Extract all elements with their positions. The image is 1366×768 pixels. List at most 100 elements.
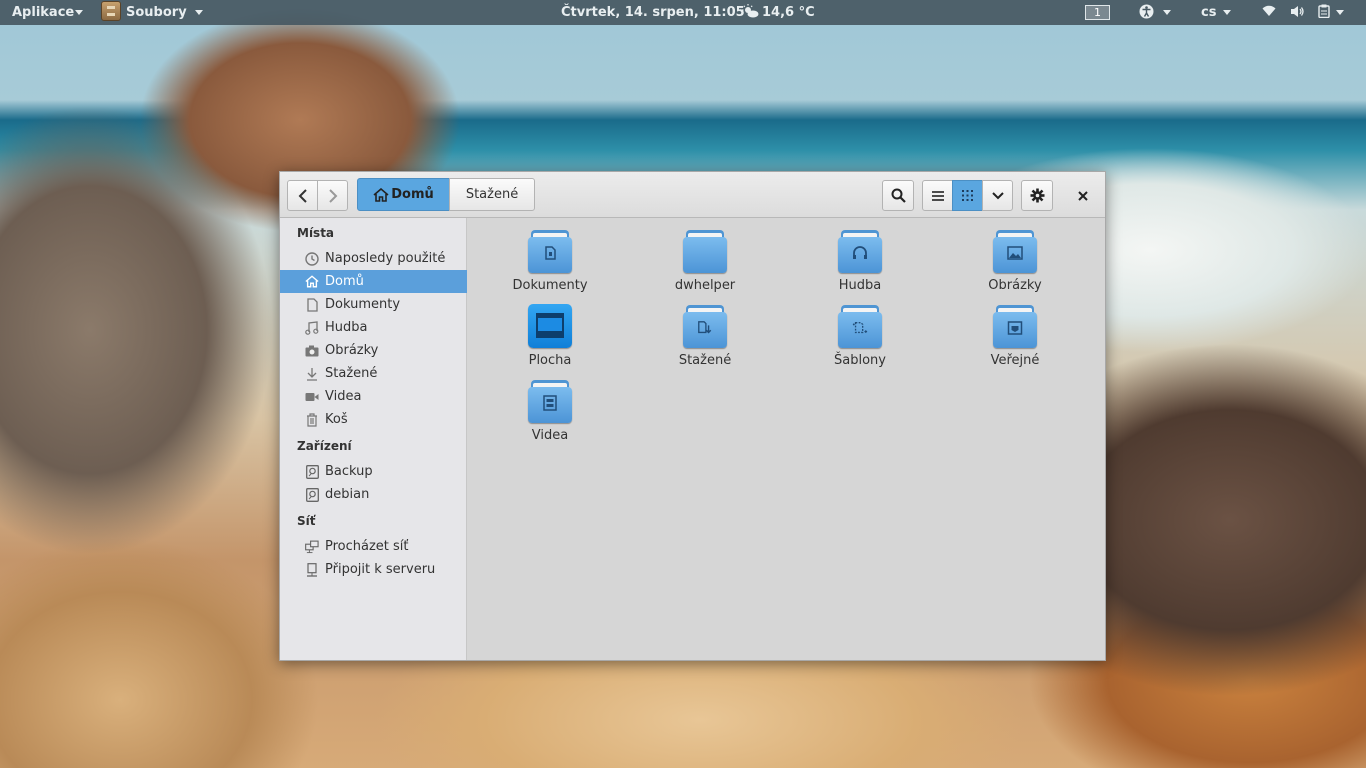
downloads-folder-icon [683,304,727,348]
sidebar-item-label: Hudba [325,320,368,335]
file-name: Videa [531,428,569,443]
music-note-icon [305,320,319,335]
sidebar-item-documents[interactable]: Dokumenty [280,293,467,316]
file-item-pictures[interactable]: Obrázky [955,229,1075,293]
file-grid: Dokumenty dwhelper Hudba Obrázky Plocha [468,218,1105,660]
files-app-menu[interactable]: Soubory [101,0,203,25]
network-icon [305,540,319,554]
close-button[interactable] [1069,182,1096,209]
chevron-right-icon [328,188,337,203]
file-name: dwhelper [674,278,736,293]
file-name: Plocha [528,353,572,368]
file-name: Dokumenty [512,278,588,293]
volume-icon [1290,5,1304,17]
sidebar-item-trash[interactable]: Koš [280,408,467,431]
sidebar-item-debian[interactable]: debian [280,483,467,506]
sidebar-item-videos[interactable]: Videa [280,385,467,408]
path-button-downloads[interactable]: Stažené [449,178,535,211]
desktop-folder-icon [528,304,572,348]
chevron-down-icon [991,191,1004,199]
file-manager-window: Domů Stažené Místa Naposledy použité Dom… [279,171,1106,661]
file-item-downloads[interactable]: Stažené [645,304,765,368]
sidebar-item-music[interactable]: Hudba [280,316,467,339]
top-panel: Aplikace Soubory Čtvrtek, 14. srpen, 11:… [0,0,1366,25]
search-button[interactable] [882,180,914,211]
home-icon [305,275,319,289]
trash-icon [305,412,319,427]
video-camera-icon [305,390,319,404]
file-item-videos[interactable]: Videa [490,379,610,443]
view-options-button[interactable] [982,180,1013,211]
wifi-icon [1262,5,1276,16]
chevron-down-icon [1336,10,1345,15]
close-icon [1077,190,1088,201]
file-item-public[interactable]: Veřejné [955,304,1075,368]
chevron-down-icon [1163,10,1171,15]
server-icon [305,562,319,577]
document-icon [305,297,319,312]
accessibility-icon [1139,4,1154,18]
sidebar-item-label: Domů [325,274,364,289]
grid-view-button[interactable] [952,180,983,211]
sidebar-item-label: Videa [325,389,362,404]
sidebar-item-label: Stažené [325,366,378,381]
sidebar-item-label: debian [325,487,370,502]
forward-button[interactable] [317,180,348,211]
sidebar-item-browse-network[interactable]: Procházet síť [280,535,467,558]
path-button-downloads-label: Stažené [465,187,519,202]
pictures-folder-icon [993,229,1037,273]
list-view-button[interactable] [922,180,953,211]
applications-menu[interactable]: Aplikace [12,0,84,25]
accessibility-menu[interactable] [1139,0,1171,25]
folder-icon [683,229,727,273]
files-app-label: Soubory [126,5,187,20]
sidebar-item-pictures[interactable]: Obrázky [280,339,467,362]
places-sidebar: Místa Naposledy použité Domů Dokumenty H… [280,218,467,660]
sidebar-section-places: Místa [297,226,335,240]
weather-indicator[interactable]: 14,6 °C [742,0,815,25]
chevron-down-icon [75,10,84,15]
sidebar-item-label: Backup [325,464,373,479]
list-icon [931,190,944,201]
sidebar-item-label: Koš [325,412,348,427]
sidebar-item-backup[interactable]: Backup [280,460,467,483]
file-item-documents[interactable]: Dokumenty [490,229,610,293]
clock[interactable]: Čtvrtek, 14. srpen, 11:05 [561,0,745,25]
document-folder-icon [528,229,572,273]
music-folder-icon [838,229,882,273]
drive-icon [305,464,319,479]
system-menu[interactable] [1262,0,1345,25]
sidebar-item-connect-server[interactable]: Připojit k serveru [280,558,467,581]
file-item-templates[interactable]: Šablony [800,304,920,368]
back-button[interactable] [287,180,318,211]
file-item-desktop[interactable]: Plocha [490,304,610,368]
file-cabinet-icon [101,1,121,21]
home-icon [373,187,389,202]
sidebar-item-label: Připojit k serveru [325,562,436,577]
file-name: Hudba [838,278,882,293]
sidebar-item-downloads[interactable]: Stažené [280,362,467,385]
sidebar-item-label: Naposledy použité [325,251,446,266]
sidebar-item-recent[interactable]: Naposledy použité [280,247,467,270]
sidebar-item-home[interactable]: Domů [280,270,467,293]
file-name: Stažené [678,353,732,368]
sidebar-section-devices: Zařízení [297,439,352,453]
search-icon [891,188,906,203]
sidebar-item-label: Obrázky [325,343,379,358]
chevron-left-icon [298,188,307,203]
keyboard-layout-label: cs [1201,5,1217,20]
path-button-home-label: Domů [391,187,434,202]
clipboard-icon [1318,4,1330,19]
weather-temperature: 14,6 °C [762,5,815,20]
sun-cloud-icon [742,4,759,18]
file-item-dwhelper[interactable]: dwhelper [645,229,765,293]
templates-folder-icon [838,304,882,348]
file-name: Šablony [834,353,886,368]
keyboard-layout-menu[interactable]: cs [1201,0,1232,25]
path-button-home[interactable]: Domů [357,178,450,211]
settings-button[interactable] [1021,180,1053,211]
file-item-music[interactable]: Hudba [800,229,920,293]
clock-icon [305,251,319,266]
drive-icon [305,487,319,502]
workspace-indicator[interactable]: 1 [1085,5,1110,20]
